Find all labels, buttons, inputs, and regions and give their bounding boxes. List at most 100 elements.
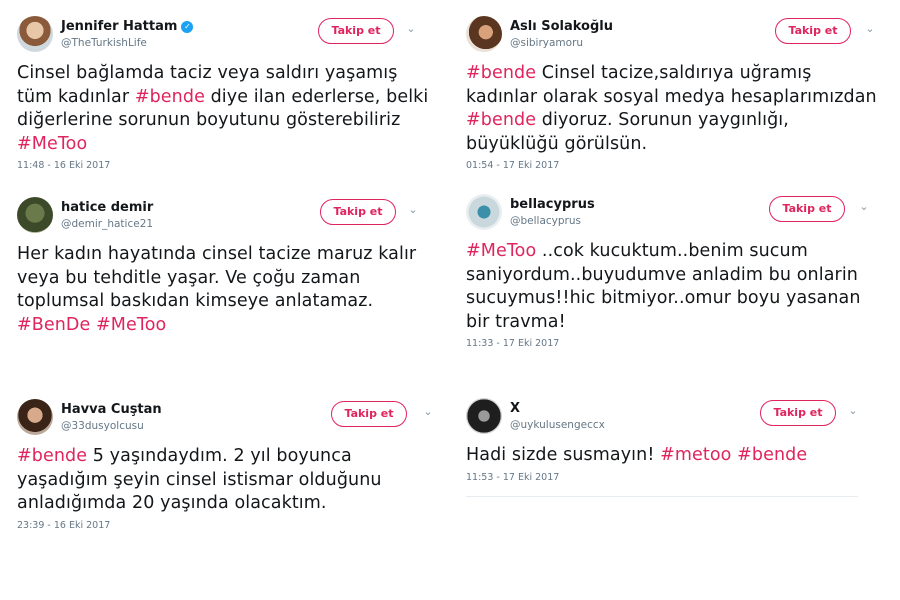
chevron-down-icon[interactable]: ⌄ — [404, 22, 418, 36]
tweet-header: bellacyprus @bellacyprus Takip et ⌄ — [466, 194, 886, 234]
follow-button[interactable]: Takip et — [775, 18, 851, 44]
user-name[interactable]: bellacyprus — [510, 197, 595, 212]
tweet-text-segment: toplumsal baskıdan kimseye anlatamaz. — [17, 291, 374, 311]
tweet-text-line: #bende 5 yaşındaydım. 2 yıl boyunca — [17, 445, 437, 469]
user-name[interactable]: Havva Cuştan — [61, 402, 162, 417]
tweet-text-segment: 5 yaşındaydım. 2 yıl boyunca — [87, 446, 352, 466]
avatar[interactable] — [466, 398, 502, 434]
hashtag-link[interactable]: #bende — [466, 110, 536, 130]
tweet-text-segment: ..cok kucuktum..benim sucum — [536, 241, 808, 261]
tweet-text-line: tüm kadınlar #bende diye ilan ederlerse,… — [17, 86, 429, 110]
tweet-text-line: yaşadığım şeyin cinsel istismar olduğunu — [17, 469, 437, 493]
follow-button[interactable]: Takip et — [318, 18, 394, 44]
tweet-card: Jennifer Hattam ✓ @TheTurkishLife Takip e… — [17, 16, 429, 171]
user-handle[interactable]: @sibiryamoru — [510, 37, 583, 49]
tweet-text-segment: bir travma! — [466, 311, 566, 332]
tweet-text-segment: diğerlerine sorunun boyutunu gösterebili… — [17, 110, 401, 130]
follow-button[interactable]: Takip et — [320, 199, 396, 225]
tweet-text-line: #bende Cinsel tacize,saldırıya uğramış — [466, 62, 886, 86]
hashtag-link[interactable]: #BenDe — [17, 315, 90, 335]
user-handle[interactable]: @TheTurkishLife — [61, 37, 147, 49]
tweet-text-line: büyüklüğü görülsün. — [466, 133, 886, 157]
tweet-text-segment: Cinsel bağlamda taciz veya saldırı yaşam… — [17, 63, 398, 83]
hashtag-link[interactable]: #bende — [17, 446, 87, 466]
chevron-down-icon[interactable]: ⌄ — [863, 22, 877, 36]
tweet-card: X @uykulusengeccx Takip et ⌄ Hadi sizde … — [466, 398, 886, 483]
avatar[interactable] — [17, 16, 53, 52]
tweet-header: hatice demir @demir_hatice21 Takip et ⌄ — [17, 197, 427, 237]
tweet-text-segment: diye ilan ederlerse, belki — [204, 86, 429, 107]
tweet-text: #bende Cinsel tacize,saldırıya uğramış ka… — [466, 62, 886, 156]
tweet-timestamp[interactable]: 11:48 - 16 Eki 2017 — [17, 160, 427, 171]
user-handle[interactable]: @uykulusengeccx — [510, 419, 605, 431]
tweet-timestamp[interactable]: 11:33 - 17 Eki 2017 — [466, 338, 886, 349]
user-handle[interactable]: @bellacyprus — [510, 215, 581, 227]
hashtag-link[interactable]: #metoo — [660, 445, 731, 465]
hashtag-link[interactable]: #bende — [135, 87, 205, 107]
tweet-text-line: Hadi sizde susmayın! #metoo #bende — [466, 444, 886, 468]
tweet-text-segment: yaşadığım şeyin cinsel istismar olduğunu — [17, 469, 382, 490]
tweet-text-segment: diyoruz. Sorunun yaygınlığı, — [536, 110, 789, 130]
tweet-text-line: #MeToo ..cok kucuktum..benim sucum — [466, 240, 886, 264]
tweet-text-line: bir travma! — [466, 311, 886, 335]
tweet-text-segment: sucuymus!!hic bitmiyor..omur boyu yasana… — [466, 288, 861, 308]
avatar[interactable] — [17, 197, 53, 233]
user-name[interactable]: Jennifer Hattam ✓ — [61, 19, 194, 34]
tweet-text-line: sucuymus!!hic bitmiyor..omur boyu yasana… — [466, 287, 886, 311]
hashtag-link[interactable]: #MeToo — [466, 241, 536, 261]
tweet-card: Havva Cuştan @33dusyolcusu Takip et ⌄ #b… — [17, 399, 437, 531]
verified-badge-icon: ✓ — [181, 21, 194, 33]
avatar[interactable] — [466, 194, 502, 230]
follow-button[interactable]: Takip et — [769, 196, 845, 222]
tweet-timestamp[interactable]: 01:54 - 17 Eki 2017 — [466, 160, 886, 171]
tweet-text-segment: saniyordum..buyudumve anladim bu onlarin — [466, 264, 858, 285]
user-handle[interactable]: @demir_hatice21 — [61, 218, 153, 230]
tweet-text-segment: veya bu tehditle yaşar. Ve çoğu zaman — [17, 267, 361, 288]
tweet-text-line: #bende diyoruz. Sorunun yaygınlığı, — [466, 109, 886, 133]
avatar[interactable] — [466, 16, 502, 52]
user-handle[interactable]: @33dusyolcusu — [61, 420, 144, 432]
user-name[interactable]: Aslı Solakoğlu — [510, 19, 613, 34]
hashtag-link[interactable]: #bende — [737, 445, 807, 465]
tweet-text: #bende 5 yaşındaydım. 2 yıl boyunca yaşad… — [17, 445, 437, 516]
user-name[interactable]: X — [510, 401, 520, 416]
tweet-header: X @uykulusengeccx Takip et ⌄ — [466, 398, 886, 438]
chevron-down-icon[interactable]: ⌄ — [846, 404, 860, 418]
tweet-card: Aslı Solakoğlu @sibiryamoru Takip et ⌄ #… — [466, 16, 886, 171]
tweet-text: Cinsel bağlamda taciz veya saldırı yaşam… — [17, 62, 429, 157]
avatar[interactable] — [17, 399, 53, 435]
tweet-text-segment: kadınlar olarak sosyal medya hesaplarımı… — [466, 86, 877, 107]
tweet-text-line: Cinsel bağlamda taciz veya saldırı yaşam… — [17, 62, 427, 86]
tweet-text-line: kadınlar olarak sosyal medya hesaplarımı… — [466, 86, 886, 110]
tweet-text-segment: Her kadın hayatında cinsel tacize maruz … — [17, 244, 417, 264]
chevron-down-icon[interactable]: ⌄ — [857, 200, 871, 214]
hashtag-link[interactable]: #MeToo — [17, 134, 87, 154]
tweet-timestamp[interactable]: 11:53 - 17 Eki 2017 — [466, 472, 886, 483]
user-name[interactable]: hatice demir — [61, 200, 153, 215]
tweet-header: Jennifer Hattam ✓ @TheTurkishLife Takip e… — [17, 16, 427, 56]
tweet-text-line: saniyordum..buyudumve anladim bu onlarin — [466, 264, 886, 288]
tweet-timestamp[interactable]: 23:39 - 16 Eki 2017 — [17, 520, 437, 531]
tweet-text-segment: anladığımda 20 yaşında olacaktım. — [17, 493, 327, 513]
tweet-header: Aslı Solakoğlu @sibiryamoru Takip et ⌄ — [466, 16, 886, 56]
follow-button[interactable]: Takip et — [331, 401, 407, 427]
tweet-text: Her kadın hayatında cinsel tacize maruz … — [17, 243, 427, 337]
chevron-down-icon[interactable]: ⌄ — [406, 203, 420, 217]
tweet-text-line: #MeToo — [17, 133, 427, 157]
tweet-text-segment: Cinsel tacize,saldırıya uğramış — [536, 63, 812, 83]
tweet-text-line: #BenDe #MeToo — [17, 314, 427, 338]
tweet-text-segment: tüm kadınlar — [17, 86, 135, 107]
tweet-text: Hadi sizde susmayın! #metoo #bende — [466, 444, 886, 468]
hashtag-link[interactable]: #bende — [466, 63, 536, 83]
tweet-text: #MeToo ..cok kucuktum..benim sucum saniyo… — [466, 240, 886, 334]
tweet-text-segment: büyüklüğü görülsün. — [466, 133, 648, 154]
tweet-card: bellacyprus @bellacyprus Takip et ⌄ #MeT… — [466, 194, 886, 349]
hashtag-link[interactable]: #MeToo — [96, 315, 166, 335]
tweet-text-segment: Hadi sizde susmayın! — [466, 445, 661, 465]
follow-button[interactable]: Takip et — [760, 400, 836, 426]
tweet-header: Havva Cuştan @33dusyolcusu Takip et ⌄ — [17, 399, 437, 439]
tweet-text-line: toplumsal baskıdan kimseye anlatamaz. — [17, 290, 427, 314]
tweet-card: hatice demir @demir_hatice21 Takip et ⌄ … — [17, 197, 427, 337]
tweet-text-line: Her kadın hayatında cinsel tacize maruz … — [17, 243, 427, 267]
chevron-down-icon[interactable]: ⌄ — [421, 405, 435, 419]
